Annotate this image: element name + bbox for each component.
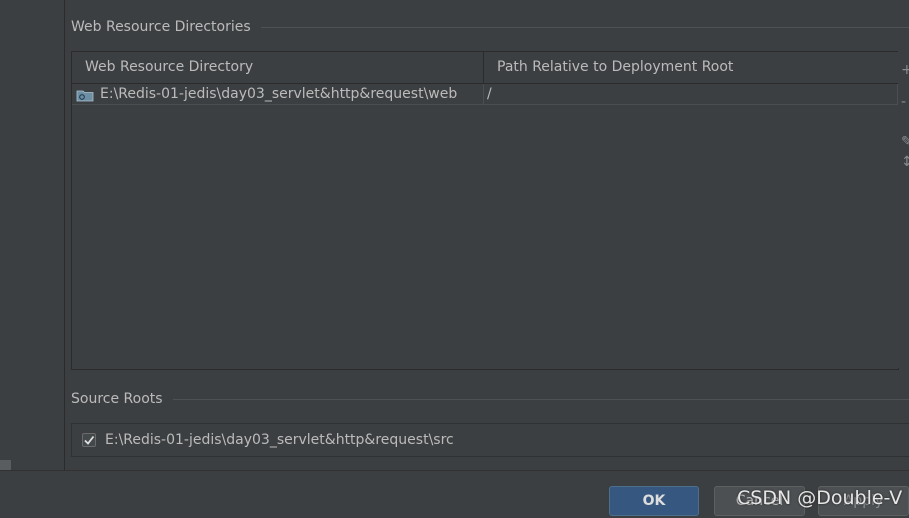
directory-cell[interactable]: E:\Redis-01-jedis\day03_servlet&http&req… bbox=[72, 84, 484, 104]
checkmark-icon bbox=[84, 435, 95, 445]
watermark: CSDN @Double-V bbox=[737, 487, 903, 509]
scrollbar-thumb[interactable] bbox=[0, 460, 11, 470]
web-resource-table: Web Resource Directory Path Relative to … bbox=[71, 51, 899, 370]
left-navigation-strip bbox=[0, 0, 65, 470]
source-roots-section-header: Source Roots bbox=[71, 391, 909, 407]
column-header-path[interactable]: Path Relative to Deployment Root bbox=[484, 52, 898, 83]
source-root-path: E:\Redis-01-jedis\day03_servlet&http&req… bbox=[105, 432, 454, 448]
table-header: Web Resource Directory Path Relative to … bbox=[72, 52, 898, 84]
column-header-directory[interactable]: Web Resource Directory bbox=[72, 52, 484, 83]
facet-settings-panel: Web Resource Directories Web Resource Di… bbox=[0, 0, 909, 518]
ok-button[interactable]: OK bbox=[609, 486, 699, 516]
source-roots-section-title: Source Roots bbox=[71, 391, 163, 407]
add-icon[interactable]: + bbox=[901, 63, 909, 77]
section-divider bbox=[172, 398, 909, 400]
table-toolbar: + - ✎ ↕ bbox=[898, 51, 909, 368]
web-folder-icon bbox=[76, 88, 94, 101]
web-resource-section-title: Web Resource Directories bbox=[71, 19, 251, 35]
table-row[interactable]: E:\Redis-01-jedis\day03_servlet&http&req… bbox=[72, 84, 898, 105]
directory-path-text: E:\Redis-01-jedis\day03_servlet&http&req… bbox=[100, 86, 458, 102]
remove-icon[interactable]: - bbox=[901, 95, 906, 109]
source-root-checkbox[interactable] bbox=[82, 433, 96, 447]
edit-icon[interactable]: ✎ bbox=[901, 135, 909, 149]
section-divider bbox=[260, 26, 909, 28]
source-root-item[interactable]: E:\Redis-01-jedis\day03_servlet&http&req… bbox=[71, 423, 909, 457]
web-resource-section-header: Web Resource Directories bbox=[71, 19, 909, 35]
move-icon[interactable]: ↕ bbox=[901, 155, 909, 169]
relative-path-cell[interactable]: / bbox=[484, 84, 898, 104]
